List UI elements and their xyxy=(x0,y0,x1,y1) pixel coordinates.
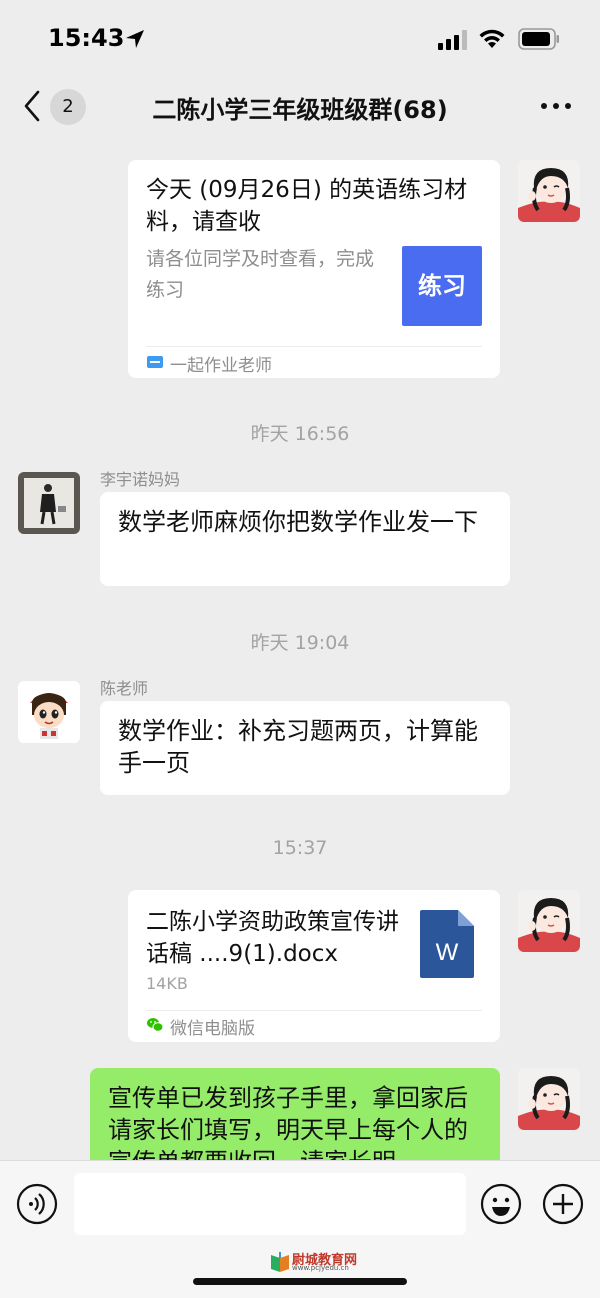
battery-icon xyxy=(518,28,559,50)
avatar-self[interactable] xyxy=(518,160,580,222)
text-message[interactable]: 数学老师麻烦你把数学作业发一下 xyxy=(100,492,510,586)
voice-input-icon[interactable] xyxy=(16,1183,58,1225)
file-name: 二陈小学资助政策宣传讲话稿 ....9(1).docx xyxy=(146,909,399,967)
avatar-self[interactable] xyxy=(518,1068,580,1130)
chat-header: 2 二陈小学三年级班级群(68) xyxy=(0,78,600,138)
card-divider xyxy=(146,1010,482,1011)
girl-avatar-icon xyxy=(518,1068,580,1130)
link-card-description: 请各位同学及时查看，完成练习 xyxy=(146,248,375,301)
avatar-teacher-chen[interactable] xyxy=(18,681,80,743)
site-watermark: 尉城教育网 www.pcjyedu.cn xyxy=(270,1249,362,1275)
plus-icon[interactable] xyxy=(542,1183,584,1225)
link-card-message[interactable]: 今天 (09月26日) 的英语练习材料，请查收 请各位同学及时查看，完成练习 练… xyxy=(128,160,500,378)
avatar-self[interactable] xyxy=(518,890,580,952)
message-text: 数学作业：补充习题两页，计算能手一页 xyxy=(118,717,478,777)
svg-text:W: W xyxy=(436,939,459,966)
status-time: 15:43 xyxy=(48,24,125,52)
sender-name: 李宇诺妈妈 xyxy=(100,470,181,489)
girl-avatar-icon xyxy=(518,160,580,222)
timestamp: 昨天 19:04 xyxy=(250,632,350,654)
avatar-li-yunuo-mom[interactable] xyxy=(18,472,80,534)
home-indicator xyxy=(193,1278,407,1285)
text-message[interactable]: 数学作业：补充习题两页，计算能手一页 xyxy=(100,701,510,795)
sender-name: 陈老师 xyxy=(100,679,149,698)
emoji-icon[interactable] xyxy=(480,1183,522,1225)
girl-avatar-icon xyxy=(518,890,580,952)
word-document-icon: W xyxy=(420,910,474,978)
chat-title: 二陈小学三年级班级群(68) xyxy=(152,96,448,124)
watermark-url: www.pcjyedu.cn xyxy=(292,1264,349,1272)
timestamp: 昨天 16:56 xyxy=(250,423,350,445)
link-card-thumbnail: 练习 xyxy=(402,246,482,326)
link-card-title: 今天 (09月26日) 的英语练习材料，请查收 xyxy=(146,177,468,235)
person-avatar-icon xyxy=(18,472,80,534)
location-arrow-icon xyxy=(126,30,144,48)
file-size: 14KB xyxy=(146,974,188,993)
wifi-icon xyxy=(479,29,505,48)
mini-program-icon xyxy=(147,356,163,368)
message-text: 数学老师麻烦你把数学作业发一下 xyxy=(118,508,478,536)
more-options-icon[interactable] xyxy=(538,94,574,118)
timestamp: 15:37 xyxy=(272,837,328,859)
file-card-source: 微信电脑版 xyxy=(170,1019,255,1039)
cartoon-avatar-icon xyxy=(18,681,80,743)
file-card-message[interactable]: 二陈小学资助政策宣传讲话稿 ....9(1).docx 14KB W 微信电脑版 xyxy=(128,890,500,1042)
cellular-signal-icon xyxy=(438,30,467,50)
status-bar: 15:43 xyxy=(0,0,600,78)
card-divider xyxy=(146,346,482,347)
book-logo-icon xyxy=(271,1252,289,1272)
wechat-logo-icon xyxy=(147,1018,164,1032)
message-input[interactable] xyxy=(74,1173,466,1235)
link-card-source: 一起作业老师 xyxy=(170,356,272,376)
